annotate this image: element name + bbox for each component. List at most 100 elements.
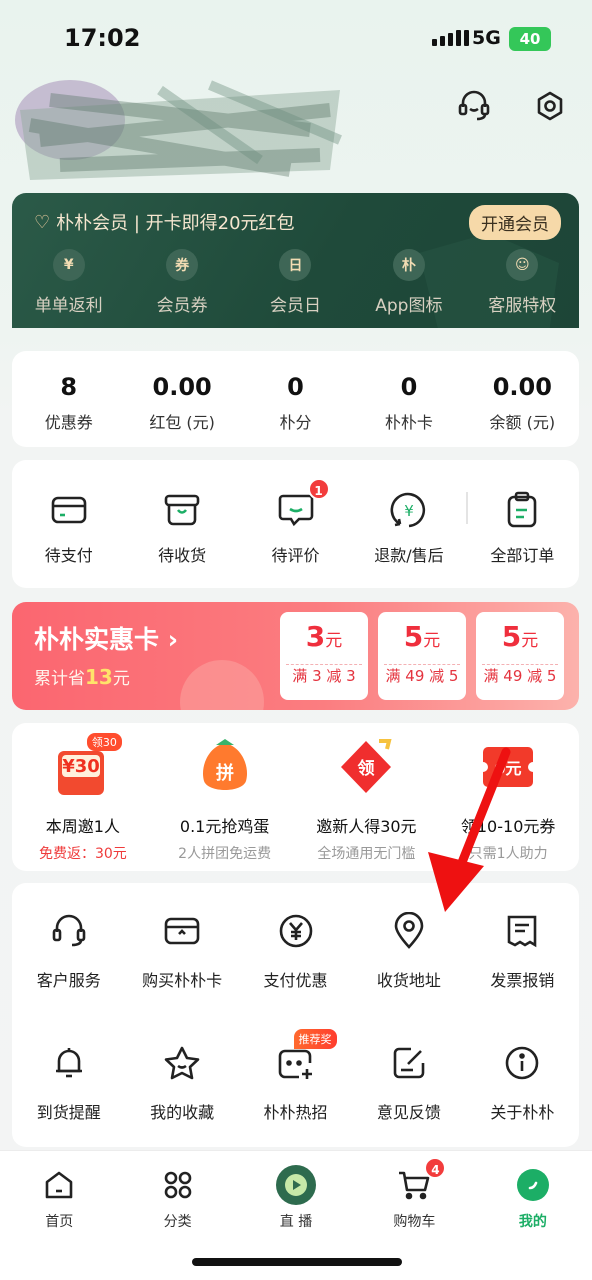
promo-icon-text: 拼 <box>216 762 234 784</box>
service-about[interactable]: 关于朴朴 <box>466 1043 579 1123</box>
service-arrival-reminder[interactable]: 到货提醒 <box>12 1043 125 1123</box>
cart-badge: 4 <box>424 1157 447 1179</box>
asset-value: 0 <box>400 373 418 401</box>
wallet-icon <box>49 490 89 530</box>
bell-icon <box>49 1043 89 1083</box>
service-favorites[interactable]: 我的收藏 <box>125 1043 238 1123</box>
status-bar: 17:02 5G 40 <box>0 0 592 70</box>
yen-icon <box>276 911 316 951</box>
vip-benefit-app-icon[interactable]: 朴 App图标 <box>352 249 465 316</box>
service-label: 到货提醒 <box>36 1103 101 1122</box>
promo-egg-group-buy[interactable]: 拼 0.1元抢鸡蛋 2人拼团免运费 <box>154 723 296 871</box>
vip-title-text: 朴朴会员 | 开卡即得20元红包 <box>56 213 295 234</box>
asset-gift-card[interactable]: 0 朴朴卡 <box>352 351 465 447</box>
open-membership-button[interactable]: 开通会员 <box>469 205 561 240</box>
comment-icon: 1 <box>276 478 330 530</box>
tab-me[interactable]: 我的 <box>474 1151 592 1280</box>
service-label: 客户服务 <box>36 971 101 990</box>
saver-sub-amount: 13 <box>85 665 113 689</box>
live-icon <box>276 1165 317 1205</box>
clipboard-icon <box>502 490 542 530</box>
vip-benefit-label: 单单返利 <box>34 296 103 316</box>
promo-title: 邀新人得30元 <box>316 817 417 836</box>
service-buy-card[interactable]: 购买朴朴卡 <box>125 911 238 991</box>
service-invoice[interactable]: 发票报销 <box>466 911 579 991</box>
asset-coupons[interactable]: 8 优惠券 <box>12 351 125 447</box>
tab-label: 分类 <box>163 1214 192 1230</box>
vip-benefit-coupon[interactable]: 券会员券 <box>125 249 238 316</box>
coupon-unit: 元 <box>521 631 539 651</box>
service-label: 意见反馈 <box>376 1103 441 1122</box>
coupon-amount: 3元 <box>280 620 368 653</box>
saver-coupon[interactable]: 5元满 49 减 5 <box>476 612 564 700</box>
service-payment-offers[interactable]: 支付优惠 <box>239 911 352 991</box>
vip-benefit-day[interactable]: 日会员日 <box>239 249 352 316</box>
order-refund[interactable]: ¥ 退款/售后 <box>352 460 465 588</box>
vip-benefit-rebate[interactable]: ¥ 单单返利 <box>12 249 125 316</box>
promo-tag: 领30 <box>86 733 122 751</box>
service-customer[interactable]: 客户服务 <box>12 911 125 991</box>
coupon-condition: 满 49 减 5 <box>483 667 557 685</box>
category-icon <box>158 1165 198 1205</box>
asset-label: 红包 (元) <box>149 413 215 432</box>
saver-card-banner[interactable]: 朴朴实惠卡 › 累计省13元 3元满 3 减 3 5元满 49 减 5 5元满 … <box>12 602 579 710</box>
vip-benefit-label: App图标 <box>375 296 443 316</box>
order-label: 待评价 <box>271 546 320 565</box>
invoice-icon <box>502 911 542 951</box>
service-shipping-address[interactable]: 收货地址 <box>352 911 465 991</box>
service-label: 关于朴朴 <box>490 1103 555 1122</box>
promo-invite-new[interactable]: 领 邀新人得30元 全场通用无门槛 <box>296 723 438 871</box>
top-actions <box>454 86 570 126</box>
saver-sub-prefix: 累计省 <box>34 669 85 689</box>
vip-benefit-label: 会员券 <box>156 296 208 316</box>
service-feedback[interactable]: 意见反馈 <box>352 1043 465 1123</box>
saver-coupon[interactable]: 3元满 3 减 3 <box>280 612 368 700</box>
order-pending-review[interactable]: 1 待评价 <box>239 460 352 588</box>
promotions-card: ¥30 领30 本周邀1人 免费返：30元 拼 0.1元抢鸡蛋 2人拼团免运费 … <box>12 723 579 871</box>
asset-label: 优惠券 <box>44 413 93 432</box>
order-pending-receipt[interactable]: 待收货 <box>125 460 238 588</box>
card-icon <box>162 911 202 951</box>
promo-coupon-assist[interactable]: 0元 领10-10元券 只需1人助力 <box>437 723 579 871</box>
vip-title: ♡ 朴朴会员 | 开卡即得20元红包 <box>34 209 295 235</box>
asset-value: 0.00 <box>152 373 212 401</box>
asset-balance[interactable]: 0.00 余额 (元) <box>466 351 579 447</box>
home-icon <box>39 1165 79 1205</box>
gift-badge-icon: 领 <box>335 737 397 799</box>
asset-points[interactable]: 0 朴分 <box>239 351 352 447</box>
promo-invite-one[interactable]: ¥30 领30 本周邀1人 免费返：30元 <box>12 723 154 871</box>
services-row: 客户服务 购买朴朴卡 支付优惠 收货地址 发票报销 <box>12 911 579 991</box>
order-label: 待收货 <box>158 546 207 565</box>
settings-gear-icon[interactable] <box>530 86 570 126</box>
saver-coupons: 3元满 3 减 3 5元满 49 减 5 5元满 49 减 5 <box>280 612 564 700</box>
promo-icon-text: 领 <box>358 758 375 779</box>
promo-icon-text: ¥30 <box>62 756 100 777</box>
promo-title: 0.1元抢鸡蛋 <box>179 817 270 836</box>
order-pending-payment[interactable]: 待支付 <box>12 460 125 588</box>
diamond-heart-icon: ♡ <box>34 211 51 233</box>
vip-benefit-label: 会员日 <box>269 296 321 316</box>
service-label: 购买朴朴卡 <box>142 971 223 990</box>
customer-service-icon[interactable] <box>454 86 494 126</box>
coupon-ticket-icon: 0元 <box>477 737 539 799</box>
vip-membership-card[interactable]: ♡ 朴朴会员 | 开卡即得20元红包 开通会员 ¥ 单单返利 券会员券 日会员日 … <box>12 193 579 328</box>
service-hiring[interactable]: 推荐奖 朴朴热招 <box>239 1029 352 1123</box>
vip-benefits: ¥ 单单返利 券会员券 日会员日 朴 App图标 ☺ 客服特权 <box>12 249 579 316</box>
services-row: 到货提醒 我的收藏 推荐奖 朴朴热招 意见反馈 关于朴朴 <box>12 1029 579 1123</box>
coupon-amount-value: 3 <box>305 620 326 653</box>
headset-icon <box>49 911 89 951</box>
tab-home[interactable]: 首页 <box>0 1151 118 1280</box>
service-label: 发票报销 <box>490 971 555 990</box>
saver-coupon[interactable]: 5元满 49 减 5 <box>378 612 466 700</box>
rebate-icon: ¥ <box>52 249 85 281</box>
order-all[interactable]: 全部订单 <box>466 460 579 588</box>
group-buy-icon: 拼 <box>194 737 256 799</box>
coupon-amount-value: 5 <box>403 620 424 653</box>
refund-icon: ¥ <box>389 490 429 530</box>
tab-label: 首页 <box>45 1214 74 1230</box>
services-card: 客户服务 购买朴朴卡 支付优惠 收货地址 发票报销 到货提醒 我的收藏 推荐奖 … <box>12 883 579 1147</box>
vip-benefit-service[interactable]: ☺ 客服特权 <box>466 249 579 316</box>
asset-red-packets[interactable]: 0.00 红包 (元) <box>125 351 238 447</box>
saver-title: 朴朴实惠卡 › <box>34 625 179 654</box>
smile-icon: ☺ <box>506 249 539 281</box>
